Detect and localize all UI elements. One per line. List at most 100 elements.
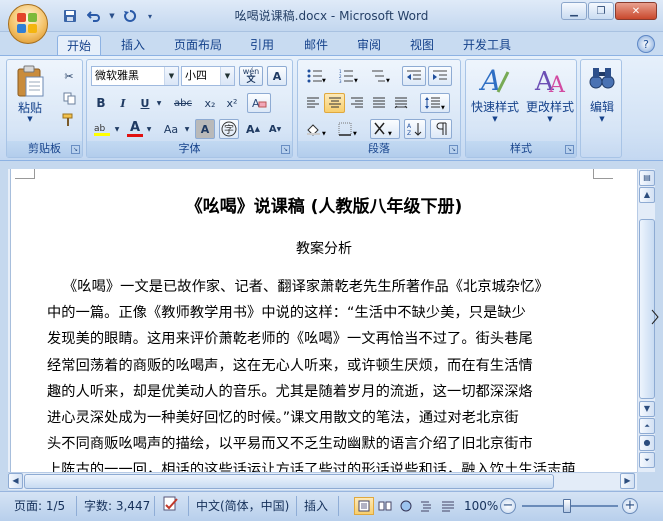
shading-button[interactable]: ▼: [302, 119, 332, 139]
zoom-slider-thumb[interactable]: [563, 499, 571, 513]
italic-button[interactable]: I: [113, 93, 133, 113]
horizontal-scrollbar[interactable]: ◀ ▶: [8, 472, 637, 490]
zoom-in-icon[interactable]: +: [622, 498, 638, 514]
highlight-dropdown-icon[interactable]: ▼: [113, 119, 121, 139]
character-shading-button[interactable]: A: [195, 119, 215, 139]
line-spacing-icon: ▼: [425, 97, 445, 110]
tab-references[interactable]: 引用: [240, 35, 284, 56]
phonetic-guide-button[interactable]: wén 文: [239, 66, 263, 86]
outline-view-icon[interactable]: [417, 497, 437, 515]
quick-styles-icon: A: [478, 64, 510, 97]
print-layout-view-icon[interactable]: [354, 497, 374, 515]
align-center-button[interactable]: [324, 93, 345, 113]
change-styles-button[interactable]: AA 更改样式 ▼: [523, 64, 577, 138]
restore-icon[interactable]: ❐: [588, 2, 614, 20]
zoom-out-icon[interactable]: −: [500, 498, 516, 514]
proofing-icon[interactable]: [162, 496, 182, 516]
numbering-button[interactable]: 1 2 3 ▼: [334, 66, 364, 86]
character-border-button[interactable]: A: [267, 66, 287, 86]
paragraph-launcher-icon[interactable]: ↘: [449, 145, 458, 154]
font-launcher-icon[interactable]: ↘: [281, 145, 290, 154]
subscript-button[interactable]: x₂: [200, 93, 220, 113]
insert-mode-indicator[interactable]: 插入: [304, 496, 328, 516]
clear-formatting-button[interactable]: A: [247, 93, 271, 113]
office-button[interactable]: [8, 4, 48, 44]
web-layout-view-icon[interactable]: [396, 497, 416, 515]
underline-button[interactable]: U: [135, 93, 155, 113]
font-color-button[interactable]: A: [125, 119, 145, 139]
show-marks-button[interactable]: [430, 119, 452, 139]
close-icon[interactable]: ✕: [615, 2, 657, 20]
horizontal-scroll-thumb[interactable]: [24, 474, 554, 489]
minimize-icon[interactable]: ▁: [561, 2, 587, 20]
ruler-toggle-icon[interactable]: ▤: [639, 170, 655, 186]
font-size-combo[interactable]: 小四 ▼: [181, 66, 235, 86]
change-case-button[interactable]: Aa: [159, 119, 183, 139]
superscript-button[interactable]: x²: [222, 93, 242, 113]
status-divider: [154, 496, 155, 516]
enclose-characters-button[interactable]: 字: [219, 119, 239, 139]
increase-indent-button[interactable]: [428, 66, 452, 86]
editing-button[interactable]: 编辑 ▼: [583, 64, 621, 138]
clipboard-launcher-icon[interactable]: ↘: [71, 145, 80, 154]
document-page[interactable]: 《吆喝》说课稿 (人教版八年级下册) 教案分析 《吆喝》一文是已故作家、记者、翻…: [10, 169, 637, 472]
underline-dropdown-icon[interactable]: ▼: [155, 93, 163, 113]
help-icon[interactable]: ?: [637, 35, 655, 53]
select-browse-object-icon[interactable]: ●: [639, 435, 655, 451]
sort-button[interactable]: AZ: [404, 119, 426, 139]
decrease-indent-button[interactable]: [402, 66, 426, 86]
highlight-button[interactable]: ab: [91, 119, 113, 139]
draft-view-icon[interactable]: [438, 497, 458, 515]
tab-mailings[interactable]: 邮件: [294, 35, 338, 56]
full-screen-reading-view-icon[interactable]: [375, 497, 395, 515]
line-spacing-button[interactable]: ▼: [420, 93, 450, 113]
tab-insert[interactable]: 插入: [111, 35, 155, 56]
justify-button[interactable]: [368, 93, 389, 113]
tab-review[interactable]: 审阅: [347, 35, 391, 56]
tab-view[interactable]: 视图: [400, 35, 444, 56]
distributed-button[interactable]: [390, 93, 411, 113]
tab-developer[interactable]: 开发工具: [452, 35, 522, 56]
scroll-right-icon[interactable]: ▶: [620, 473, 635, 489]
bullets-icon: ▼: [307, 69, 326, 83]
page-count[interactable]: 页面: 1/5: [14, 496, 65, 516]
paste-label: 粘贴: [17, 101, 42, 115]
quick-styles-button[interactable]: A 快速样式 ▼: [468, 64, 522, 138]
strikethrough-button[interactable]: abc: [169, 93, 197, 113]
align-right-button[interactable]: [346, 93, 367, 113]
highlight-icon: ab: [94, 124, 110, 136]
bullets-button[interactable]: ▼: [302, 66, 332, 86]
paste-button[interactable]: 粘贴 ▼: [11, 64, 49, 136]
word-count[interactable]: 字数: 3,447: [84, 496, 150, 516]
shrink-font-button[interactable]: A ▼: [265, 119, 285, 139]
document-title: 《吆喝》说课稿 (人教版八年级下册): [185, 197, 463, 217]
bold-button[interactable]: B: [91, 93, 111, 113]
scroll-down-icon[interactable]: ▼: [639, 401, 655, 417]
font-name-combo[interactable]: 微软雅黑 ▼: [91, 66, 179, 86]
scroll-left-icon[interactable]: ◀: [8, 473, 23, 489]
editing-group: 编辑 ▼: [580, 59, 622, 158]
copy-icon[interactable]: [59, 88, 79, 108]
change-case-dropdown-icon[interactable]: ▼: [183, 119, 191, 139]
zoom-level[interactable]: 100%: [464, 496, 498, 516]
previous-page-icon[interactable]: ⏶: [639, 418, 655, 434]
cut-icon[interactable]: ✂: [59, 66, 79, 86]
next-page-icon[interactable]: ⏷: [639, 452, 655, 468]
borders-button[interactable]: ▼: [334, 119, 364, 139]
font-size-dropdown-icon[interactable]: ▼: [220, 67, 234, 85]
multilevel-list-button[interactable]: ▼: [366, 66, 396, 86]
format-painter-icon[interactable]: [59, 110, 79, 130]
font-color-dropdown-icon[interactable]: ▼: [145, 119, 153, 139]
paragraph-mark-icon: [436, 122, 447, 135]
align-left-button[interactable]: [302, 93, 323, 113]
change-styles-icon: AA: [534, 67, 566, 98]
asian-layout-button[interactable]: ▼: [370, 119, 400, 139]
grow-font-button[interactable]: A ▲: [243, 119, 263, 139]
numbering-icon: 123 ▼: [339, 69, 358, 83]
styles-launcher-icon[interactable]: ↘: [565, 145, 574, 154]
language-indicator[interactable]: 中文(简体，中国): [196, 496, 289, 516]
tab-page-layout[interactable]: 页面布局: [163, 35, 233, 56]
font-name-dropdown-icon[interactable]: ▼: [164, 67, 178, 85]
tab-home[interactable]: 开始: [57, 35, 101, 56]
scroll-up-icon[interactable]: ▲: [639, 187, 655, 203]
